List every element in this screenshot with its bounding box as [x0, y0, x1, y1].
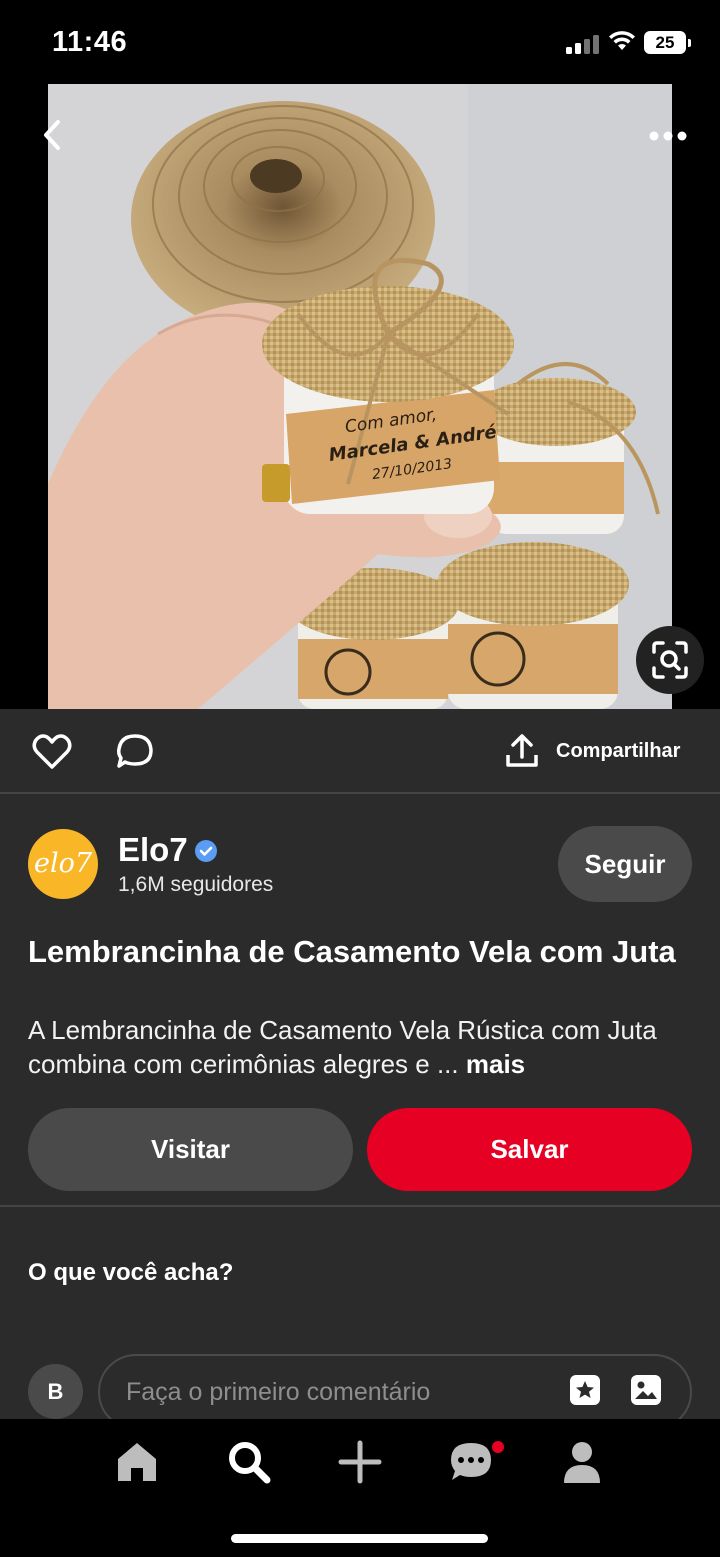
cellular-signal-icon: [566, 32, 600, 54]
share-button[interactable]: Compartilhar: [504, 731, 680, 771]
follow-button[interactable]: Seguir: [558, 826, 692, 902]
more-options-icon[interactable]: [644, 118, 692, 154]
heart-icon[interactable]: [32, 733, 72, 771]
notification-badge: [492, 1441, 504, 1453]
plus-icon[interactable]: [335, 1437, 385, 1487]
visual-search-icon: [652, 641, 688, 679]
bottom-navigation: [0, 1419, 720, 1557]
visit-button[interactable]: Visitar: [28, 1108, 353, 1191]
visual-search-button[interactable]: [636, 626, 704, 694]
home-icon[interactable]: [112, 1437, 162, 1487]
verified-badge-icon: [195, 840, 217, 862]
sticker-icon[interactable]: [568, 1373, 602, 1407]
more-link[interactable]: mais: [466, 1049, 525, 1079]
wifi-icon: [609, 31, 635, 50]
share-icon: [506, 734, 538, 767]
battery-icon: 25: [644, 31, 691, 54]
creator-avatar[interactable]: elo7: [28, 829, 98, 899]
save-button[interactable]: Salvar: [367, 1108, 692, 1191]
follower-count: 1,6M seguidores: [118, 873, 274, 896]
pin-action-row: Compartilhar: [0, 709, 720, 793]
divider: [0, 792, 720, 794]
image-upload-icon[interactable]: [629, 1373, 663, 1407]
search-icon[interactable]: [224, 1437, 274, 1487]
creator-name[interactable]: Elo7: [118, 831, 188, 869]
pin-details-panel: Compartilhar elo7 Elo7 1,6M seguidores S…: [0, 709, 720, 1430]
status-bar: 11:46 25: [0, 0, 720, 84]
share-label: Compartilhar: [556, 739, 681, 762]
back-arrow-icon[interactable]: [30, 110, 74, 160]
messages-icon[interactable]: [446, 1437, 496, 1487]
status-time: 11:46: [52, 26, 128, 58]
pin-title: Lembrancinha de Casamento Vela com Juta: [28, 934, 676, 969]
pin-image[interactable]: Com amor, Marcela & André 27/10/2013: [48, 84, 672, 709]
profile-icon[interactable]: [557, 1437, 607, 1487]
user-avatar: B: [28, 1364, 83, 1419]
divider: [0, 1205, 720, 1207]
home-indicator: [231, 1534, 488, 1543]
comments-prompt: O que você acha?: [28, 1259, 234, 1286]
comment-placeholder: Faça o primeiro comentário: [126, 1378, 431, 1406]
pin-description: A Lembrancinha de Casamento Vela Rústica…: [28, 1013, 698, 1081]
comment-icon[interactable]: [114, 731, 156, 771]
pin-description-text: A Lembrancinha de Casamento Vela Rústica…: [28, 1015, 657, 1079]
